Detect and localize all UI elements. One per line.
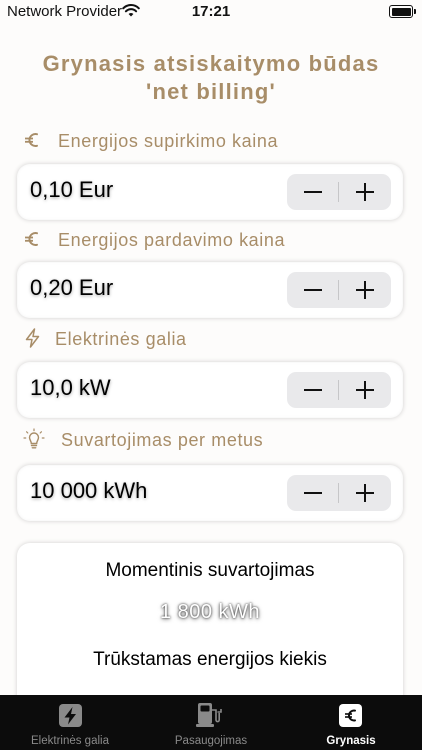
- increment-button[interactable]: [339, 372, 391, 408]
- field-label-text: Elektrinės galia: [55, 329, 187, 349]
- decrement-button[interactable]: [287, 475, 339, 511]
- decrement-button[interactable]: [287, 272, 339, 308]
- page-title-line2: 'net billing': [146, 79, 276, 104]
- increment-button[interactable]: [339, 475, 391, 511]
- decrement-button[interactable]: [287, 174, 339, 210]
- quantity-stepper: [287, 272, 391, 308]
- fuel-pump-icon: [141, 703, 281, 729]
- tab-plant-power[interactable]: Elektrinės galia: [0, 695, 140, 750]
- field-card-plant-power: 10,0 kW: [17, 362, 403, 418]
- tab-net-billing[interactable]: Grynasis: [281, 695, 421, 750]
- euro-icon: [22, 228, 44, 250]
- euro-square-icon: [281, 703, 421, 729]
- decrement-button[interactable]: [287, 372, 339, 408]
- field-card-buy-price: 0,10 Eur: [17, 164, 403, 220]
- increment-button[interactable]: [339, 272, 391, 308]
- tab-label: Pasaugojimas: [174, 735, 248, 747]
- lightbulb-icon: [22, 428, 45, 450]
- bolt-square-icon: [0, 703, 140, 729]
- field-label-text: Energijos supirkimo kaina: [58, 131, 279, 151]
- quantity-stepper: [287, 372, 391, 408]
- battery-icon: [389, 5, 416, 18]
- euro-icon: [22, 129, 44, 151]
- page-title-line1: Grynasis atsiskaitymo būdas: [42, 51, 380, 76]
- field-card-annual-consumption: 10 000 kWh: [17, 465, 403, 521]
- status-time: 17:21: [191, 3, 231, 20]
- tab-label: Elektrinės galia: [31, 735, 109, 747]
- field-label-text: Energijos pardavimo kaina: [58, 230, 286, 250]
- status-bar: Network Provider 17:21: [0, 0, 422, 24]
- field-card-sell-price: 0,20 Eur: [17, 262, 403, 318]
- page-title: Grynasis atsiskaitymo būdas 'net billing…: [0, 50, 422, 106]
- field-label-text: Suvartojimas per metus: [61, 430, 264, 450]
- field-value: 10,0 kW: [30, 375, 111, 400]
- increment-button[interactable]: [339, 174, 391, 210]
- momentary-consumption-heading: Momentinis suvartojimas: [105, 560, 315, 581]
- field-value: 0,20 Eur: [30, 275, 114, 300]
- quantity-stepper: [287, 475, 391, 511]
- tab-bar: Elektrinės galia Pasaugojimas Grynasis: [0, 695, 422, 750]
- tab-storage[interactable]: Pasaugojimas: [141, 695, 281, 750]
- tab-label: Grynasis: [326, 735, 376, 747]
- missing-energy-heading: Trūkstamas energijos kiekis: [93, 649, 327, 670]
- field-value: 10 000 kWh: [30, 478, 148, 503]
- field-value: 0,10 Eur: [30, 177, 114, 202]
- quantity-stepper: [287, 174, 391, 210]
- bolt-icon: [22, 327, 44, 349]
- momentary-consumption-value: 1 800 kWh: [159, 601, 261, 623]
